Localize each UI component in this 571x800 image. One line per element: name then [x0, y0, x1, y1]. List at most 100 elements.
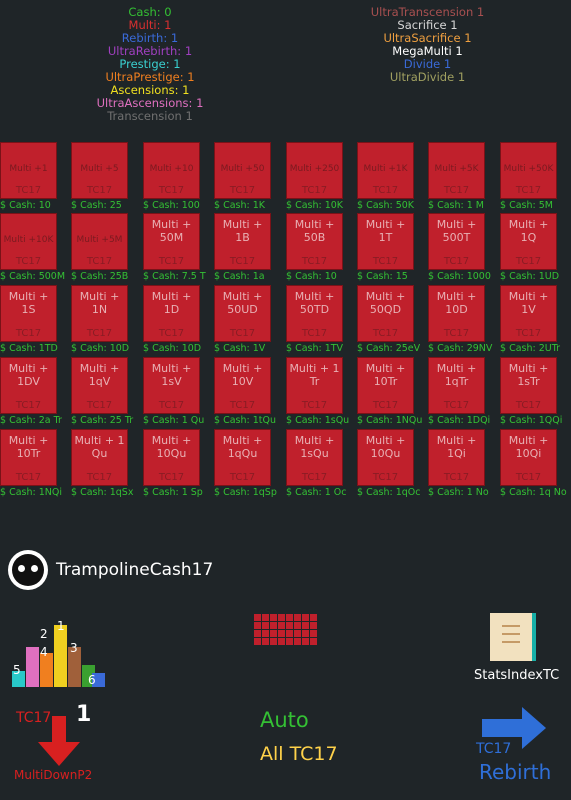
- upgrade-button[interactable]: Multi +50K TC17: [500, 142, 557, 199]
- stats-index-label[interactable]: StatsIndexTC: [474, 668, 559, 683]
- upgrade-button[interactable]: Multi + 50QD TC17: [357, 285, 414, 342]
- mini-cell: [302, 622, 309, 629]
- upgrade-button[interactable]: Multi + 50M TC17: [143, 213, 200, 270]
- rebirth-tag: TC17: [476, 741, 512, 757]
- upgrade-button[interactable]: Multi + 500T TC17: [428, 213, 485, 270]
- upgrade-cell: Multi + 1Q TC17 $ Cash: 1UD: [500, 213, 559, 283]
- upgrade-cell: Multi + 10Qu TC17 $ Cash: 1qOc: [357, 429, 421, 499]
- upgrade-label: Multi +10K: [3, 235, 54, 245]
- upgrade-cost: $ Cash: 1K: [214, 200, 265, 211]
- upgrade-tag: TC17: [86, 472, 113, 483]
- upgrade-tag: TC17: [515, 185, 542, 196]
- upgrade-cost: $ Cash: 1TV: [286, 343, 344, 354]
- upgrade-tag: TC17: [301, 328, 328, 339]
- multidown-button[interactable]: TC17 1 MultiDownP2: [14, 702, 110, 792]
- upgrade-cost: $ Cash: 2UTr: [500, 343, 561, 354]
- upgrade-tag: TC17: [301, 256, 328, 267]
- upgrade-tag: TC17: [372, 472, 399, 483]
- upgrade-button[interactable]: Multi +50 TC17: [214, 142, 271, 199]
- upgrade-cell: Multi + 1sQu TC17 $ Cash: 1 Oc: [286, 429, 346, 499]
- mini-cell: [254, 614, 261, 621]
- upgrade-button[interactable]: Multi +10 TC17: [143, 142, 200, 199]
- upgrade-button[interactable]: Multi + 50TD TC17: [286, 285, 343, 342]
- upgrade-button[interactable]: Multi + 1sV TC17: [143, 357, 200, 414]
- upgrade-cell: Multi + 1T TC17 $ Cash: 15: [357, 213, 414, 283]
- upgrade-button[interactable]: Multi + 10D TC17: [428, 285, 485, 342]
- upgrade-button[interactable]: Multi + 1qV TC17: [71, 357, 128, 414]
- upgrade-button[interactable]: Multi + 50UD TC17: [214, 285, 271, 342]
- rebirth-label[interactable]: Rebirth: [479, 760, 551, 784]
- upgrade-button[interactable]: Multi + 10Qu TC17: [143, 429, 200, 486]
- upgrade-tag: TC17: [158, 256, 185, 267]
- upgrade-label: Multi + 50TD: [294, 290, 335, 316]
- upgrade-cell: Multi + 1sTr TC17 $ Cash: 1QQi: [500, 357, 562, 427]
- auto-all-label[interactable]: All TC17: [260, 743, 338, 765]
- stats-panel-left: Cash: 0 Multi: 1 Rebirth: 1 UltraRebirth: 1…: [60, 6, 240, 123]
- upgrade-label: Multi +1: [9, 164, 48, 174]
- mini-cell: [302, 630, 309, 637]
- upgrade-tag: TC17: [301, 400, 328, 411]
- upgrade-label: Multi +1K: [363, 164, 408, 174]
- upgrade-button[interactable]: Multi +10K TC17: [0, 213, 57, 270]
- upgrade-button[interactable]: Multi + 1sQu TC17: [286, 429, 343, 486]
- profile-name: TrampolineCash17: [56, 560, 214, 580]
- upgrade-button[interactable]: Multi + 10Tr TC17: [357, 357, 414, 414]
- upgrade-cost: $ Cash: 7.5 T: [143, 271, 206, 282]
- upgrade-cell: Multi +10K TC17 $ Cash: 500M: [0, 213, 65, 283]
- upgrade-tag: TC17: [443, 256, 470, 267]
- stats-panel-right: UltraTranscension 1 Sacrifice 1 UltraSacri…: [355, 6, 500, 84]
- upgrade-button[interactable]: Multi + 1B TC17: [214, 213, 271, 270]
- upgrade-button[interactable]: Multi + 10Tr TC17: [0, 429, 57, 486]
- mini-cell: [286, 630, 293, 637]
- down-arrow-icon: [38, 716, 80, 766]
- upgrade-cell: Multi +250 TC17 $ Cash: 10K: [286, 142, 343, 212]
- upgrade-cost: $ Cash: 1sQu: [286, 415, 350, 426]
- upgrade-label: Multi + 1qTr: [436, 362, 477, 388]
- upgrade-button[interactable]: Multi +1 TC17: [0, 142, 57, 199]
- upgrade-button[interactable]: Multi + 10V TC17: [214, 357, 271, 414]
- mini-cell: [262, 638, 269, 645]
- upgrade-button[interactable]: Multi + 1T TC17: [357, 213, 414, 270]
- upgrade-button[interactable]: Multi +1K TC17: [357, 142, 414, 199]
- leaderboard-bars-button[interactable]: 5 412 3 6: [12, 615, 105, 687]
- mini-cell: [262, 622, 269, 629]
- mini-cell: [270, 630, 277, 637]
- upgrade-label: Multi + 1V: [508, 290, 549, 316]
- upgrade-button[interactable]: Multi + 50B TC17: [286, 213, 343, 270]
- upgrade-button[interactable]: Multi + 1V TC17: [500, 285, 557, 342]
- upgrade-tag: TC17: [86, 328, 113, 339]
- upgrade-cell: Multi +5M TC17 $ Cash: 25B: [71, 213, 128, 283]
- upgrade-tag: TC17: [372, 185, 399, 196]
- upgrade-tag: TC17: [15, 256, 42, 267]
- upgrade-button[interactable]: Multi +250 TC17: [286, 142, 343, 199]
- upgrade-cost: $ Cash: 1qSx: [71, 487, 134, 498]
- upgrade-button[interactable]: Multi + 10Qi TC17: [500, 429, 557, 486]
- upgrade-tag: TC17: [372, 256, 399, 267]
- upgrade-button[interactable]: Multi + 1DV TC17: [0, 357, 57, 414]
- auto-button[interactable]: Auto: [260, 708, 309, 732]
- stat-right-5: UltraDivide 1: [389, 70, 466, 84]
- upgrade-button[interactable]: Multi +5 TC17: [71, 142, 128, 199]
- upgrade-button[interactable]: Multi + 1qTr TC17: [428, 357, 485, 414]
- upgrade-button[interactable]: Multi + 1N TC17: [71, 285, 128, 342]
- upgrade-cost: $ Cash: 10: [0, 200, 51, 211]
- mini-cell: [310, 638, 317, 645]
- auto-label: Auto: [260, 708, 309, 732]
- upgrade-tag: TC17: [229, 185, 256, 196]
- upgrade-button[interactable]: Multi + 10Qu TC17: [357, 429, 414, 486]
- upgrade-button[interactable]: Multi + 1 Tr TC17: [286, 357, 343, 414]
- upgrade-button[interactable]: Multi + 1Q TC17: [500, 213, 557, 270]
- upgrade-button[interactable]: Multi + 1Qi TC17: [428, 429, 485, 486]
- upgrade-cell: Multi + 50B TC17 $ Cash: 10: [286, 213, 343, 283]
- upgrade-tag: TC17: [443, 185, 470, 196]
- upgrade-button[interactable]: Multi + 1S TC17: [0, 285, 57, 342]
- upgrade-cell: Multi + 50UD TC17 $ Cash: 1V: [214, 285, 271, 355]
- upgrade-button[interactable]: Multi +5M TC17: [71, 213, 128, 270]
- upgrade-button[interactable]: Multi + 1qQu TC17: [214, 429, 271, 486]
- upgrade-button[interactable]: Multi +5K TC17: [428, 142, 485, 199]
- upgrade-tag: TC17: [515, 256, 542, 267]
- upgrade-button[interactable]: Multi + 1sTr TC17: [500, 357, 557, 414]
- upgrade-button[interactable]: Multi + 1 Qu TC17: [71, 429, 128, 486]
- stats-book-icon[interactable]: [490, 613, 536, 661]
- upgrade-button[interactable]: Multi + 1D TC17: [143, 285, 200, 342]
